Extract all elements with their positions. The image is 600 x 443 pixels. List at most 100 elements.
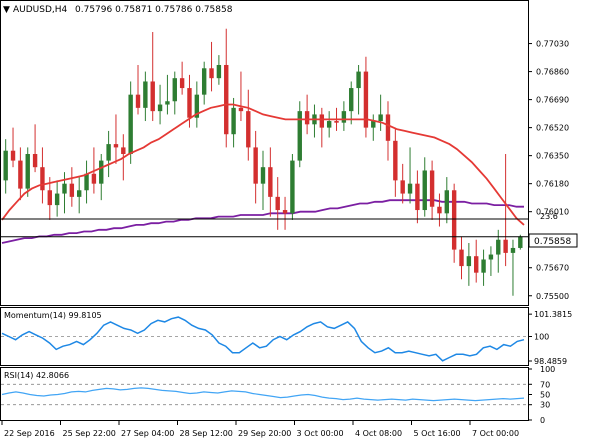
rsi-tick-label: 70 [540,380,550,389]
candle-body [334,121,339,123]
candle-body [341,111,347,123]
candle-body [371,121,376,128]
candle-body [32,154,38,168]
candle-body [165,101,170,105]
candle-body [275,196,280,211]
x-tick-label: 7 Oct 00:00 [472,429,519,438]
candle-body [128,94,133,154]
candle-body [76,190,82,197]
candle-body [179,78,185,89]
momentum-tick-label: 100 [534,333,549,342]
candle-body [282,210,288,214]
candle-body [422,170,427,211]
candle-body [429,170,435,207]
chart-canvas: 0.77030 0.76860 0.76690 0.76520 0.76350 0.761… [0,0,578,438]
candle-body [106,144,111,161]
chart-ohlc-values: 0.75796 0.75871 0.75786 0.75858 [75,5,233,15]
x-tick-label: 29 Sep 20:00 [238,429,291,438]
x-tick-label: 28 Sep 12:00 [180,429,233,438]
candle-body [496,239,501,255]
candle-body [326,121,332,128]
y-tick-label: 0.76180 [536,180,569,189]
candle-body [474,256,479,273]
candle-body [150,81,155,112]
candle-body [378,114,383,122]
candle-body [518,236,523,248]
x-tick-label: 5 Oct 16:00 [414,429,461,438]
candle-body [91,173,97,184]
candle-body [238,107,244,112]
candle-body [231,107,236,135]
candle-body [172,78,177,102]
x-tick-label: 25 Sep 22:00 [63,429,116,438]
candle-body [187,88,192,118]
candle-body [3,150,8,181]
candle-body [47,190,52,206]
momentum-tick-label: 101.3815 [534,310,572,319]
candle-body [400,180,405,194]
y-tick-label: 0.76350 [536,152,569,161]
x-tick-label: 27 Sep 04:00 [121,429,174,438]
rsi-panel-frame [0,367,529,421]
candle-body [40,167,45,191]
candle-body [510,247,516,253]
rsi-tick-label: 50 [540,391,550,400]
candle-body [121,147,126,154]
y-tick-label: 0.75670 [536,264,569,273]
candle-body [466,256,472,267]
x-tick-label: 4 Oct 08:00 [355,429,402,438]
candle-body [503,239,508,253]
candle-body [209,68,214,79]
current-price-label: 0.75858 [534,237,571,247]
candle-body [393,140,398,181]
candle-body [113,144,119,148]
candle-body [385,114,391,141]
fib-level-label: 23.6 [540,212,558,221]
candle-body [488,254,494,260]
rsi-tick-label: 100 [540,365,555,374]
candle-body [415,183,420,211]
candle-body [69,183,75,197]
candle-body [18,160,23,189]
candle-body [407,183,413,194]
chart-symbol-timeframe: AUDUSD,H4 [13,5,68,15]
candle-body [349,88,354,112]
rsi-tick-label: 0 [540,416,545,425]
candle-body [135,94,141,108]
candle-body [253,147,258,184]
candle-body [224,64,229,135]
candle-body [437,206,442,214]
rsi-tick-label: 30 [540,401,550,410]
main-panel-frame [0,0,529,306]
candle-body [356,71,361,89]
candle-body [84,173,89,191]
candle-body [444,190,450,214]
candle-body [216,64,222,79]
candle-body [143,81,148,108]
candle-body [260,167,266,184]
y-tick-label: 0.77030 [536,40,569,49]
y-tick-label: 0.76690 [536,96,569,105]
rsi-title: RSI(14) 42.8066 [4,371,69,380]
candle-body [481,259,486,273]
x-tick-label: 22 Sep 2016 [4,429,55,438]
x-tick-label: 3 Oct 00:00 [297,429,344,438]
candle-body [54,193,60,206]
candle-body [62,183,67,194]
candle-body [10,150,16,161]
candle-body [99,160,104,184]
candle-body [451,190,457,250]
candle-body [25,154,30,189]
candle-body [319,114,325,128]
candle-body [157,104,163,112]
candle-body [304,111,310,125]
candle-body [290,160,295,214]
momentum-title: Momentum(14) 99.8105 [4,311,102,320]
candle-body [201,68,207,95]
y-tick-label: 0.76520 [536,124,569,133]
y-tick-label: 0.76860 [536,68,569,77]
menu-triangle-icon[interactable]: ▼ [3,5,10,15]
candle-body [246,111,251,148]
candle-body [459,249,464,267]
candle-body [268,167,273,197]
